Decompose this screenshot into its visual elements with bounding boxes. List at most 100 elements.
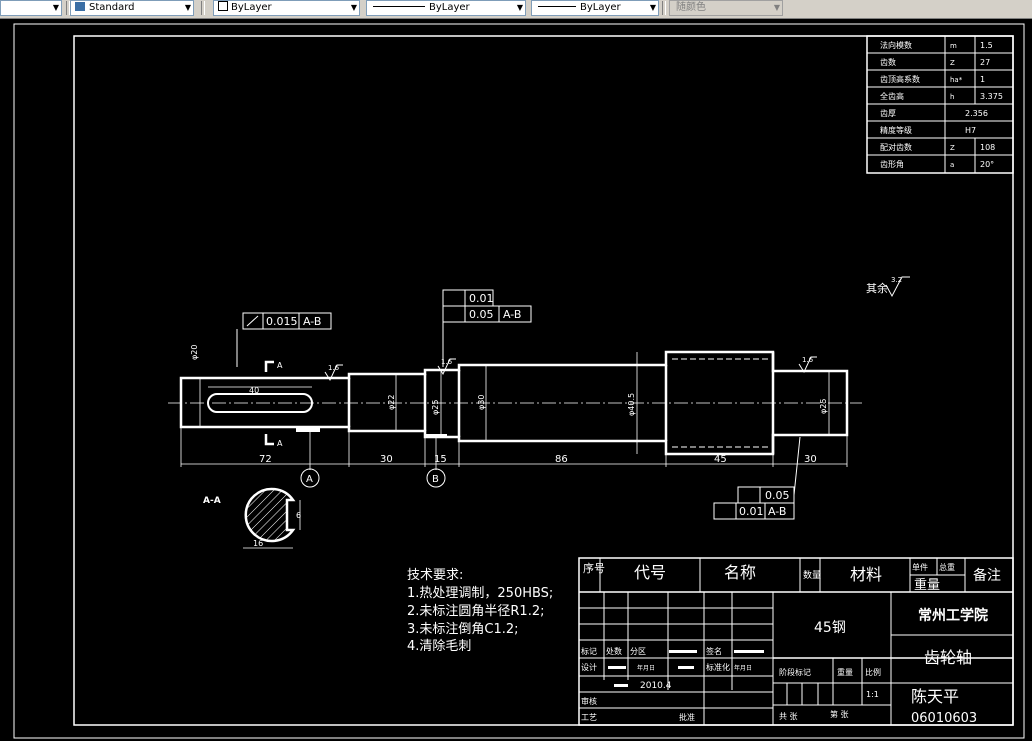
section-cut-letter-bottom: A	[277, 439, 283, 448]
tb-date: 2010.4	[640, 681, 672, 691]
section-view-a-a	[244, 487, 296, 543]
gear-row-symbol: a	[950, 161, 954, 169]
tech-note-1: 1.热处理调制，250HBS;	[407, 586, 553, 601]
layer-color-combo[interactable]: ByLayer ▼	[213, 0, 360, 16]
tb-h-code: 代号	[634, 563, 666, 582]
tb-h-qty: 数量	[803, 569, 821, 581]
tol-left-value: 0.015	[266, 315, 298, 328]
tb-approve: 批准	[679, 712, 695, 722]
tol-left-datum: A-B	[303, 315, 321, 328]
dim-d25b: φ25	[819, 399, 828, 414]
tech-note-4: 4.清除毛刺	[407, 639, 471, 654]
tol-mid-2-datum: A-B	[503, 308, 521, 321]
gear-row-symbol: m	[950, 42, 957, 50]
lineweight-preview-icon	[538, 6, 576, 7]
tb-material: 45钢	[814, 620, 846, 636]
dim-key-16: 16	[253, 539, 263, 548]
linetype-preview-icon	[373, 6, 425, 7]
tb-school: 常州工学院	[918, 607, 988, 624]
tb-std: 标准化	[706, 662, 730, 672]
gear-row-label: 齿厚	[880, 109, 896, 118]
drawing-frame	[73, 35, 1014, 726]
chevron-down-icon: ▼	[773, 3, 780, 12]
gear-row-label: 配对齿数	[880, 142, 912, 152]
sheet-border	[13, 23, 1025, 739]
gear-row-value: 108	[980, 143, 995, 152]
model-space-canvas[interactable]: 法向模数 m 1.5 齿数 Z 27 齿顶高系数 ha* 1 全齿高 h 3.375 齿厚 2.356 精度…	[0, 19, 1032, 741]
tb-h-total: 总重	[939, 562, 955, 572]
roughness-1: 1.6	[328, 364, 340, 372]
dim-86: 86	[555, 454, 568, 465]
dim-d25: φ25	[431, 400, 440, 415]
tb-zone-count: 处数	[606, 646, 622, 656]
gear-row-symbol: Z	[950, 144, 955, 152]
gear-row-label: 齿形角	[880, 159, 904, 169]
text-style-value: Standard	[89, 2, 135, 13]
dim-72: 72	[259, 454, 272, 465]
dim-30b: 30	[804, 454, 817, 465]
section-cut-mark-bottom	[264, 434, 274, 446]
gear-row-value: 3.375	[980, 92, 1003, 101]
section-label: A-A	[203, 496, 221, 506]
tb-date-mark-2: 年月日	[734, 664, 752, 672]
tol-mid-2-value: 0.05	[469, 308, 494, 321]
text-style-combo[interactable]: Standard ▼	[70, 0, 194, 16]
tb-weight: 重量	[837, 667, 853, 677]
gear-row-value: 1	[980, 75, 985, 84]
tb-process: 工艺	[581, 713, 597, 722]
tech-note-3: 3.未标注倒角C1.2;	[407, 622, 519, 637]
roughness-note: 其余	[866, 281, 888, 295]
tb-mark: 标记	[581, 646, 597, 656]
gear-row-label: 全齿高	[880, 91, 904, 101]
chevron-down-icon: ▼	[52, 3, 59, 12]
section-cut-mark-top	[264, 360, 274, 372]
plot-style-value: 随颜色	[676, 2, 706, 13]
gear-row-value: 27	[980, 58, 990, 67]
datum-a-block	[296, 428, 320, 432]
gear-row-label: 精度等级	[880, 125, 912, 135]
section-cut-letter-top: A	[277, 361, 283, 370]
tb-designer: 陈天平	[911, 687, 959, 706]
tb-review: 审核	[581, 696, 597, 706]
roughness-marks	[324, 356, 817, 382]
layer-color-value: ByLayer	[231, 2, 272, 13]
gear-row-label: 法向模数	[880, 40, 912, 50]
gear-row-value: 20°	[980, 160, 994, 169]
roughness-3: 1.6	[802, 356, 814, 364]
tb-sign: 签名	[706, 646, 722, 656]
tb-h-material: 材料	[850, 565, 882, 584]
gear-row-symbol: Z	[950, 59, 955, 67]
lineweight-combo[interactable]: ByLayer ▼	[531, 0, 659, 16]
gear-row-value: H7	[965, 126, 976, 135]
dim-d20: φ20	[190, 345, 199, 360]
color-swatch-icon	[218, 1, 228, 11]
gear-row-symbol: h	[950, 93, 954, 101]
tb-h-weight: 重量	[914, 577, 940, 593]
tb-h-name: 名称	[724, 563, 756, 582]
roughness-value: 3.2	[891, 276, 902, 284]
plot-style-combo[interactable]: 随颜色 ▼	[669, 0, 783, 16]
tb-h-remark: 备注	[973, 567, 1001, 584]
toolbar: ▼ Standard ▼ ByLayer ▼ ByLayer ▼ ByLayer ▼ 随…	[0, 0, 1032, 19]
gear-row-label: 齿数	[880, 57, 896, 67]
tol-right-2-value: 0.01	[739, 505, 764, 518]
linetype-combo[interactable]: ByLayer ▼	[366, 0, 526, 16]
chevron-down-icon: ▼	[184, 3, 191, 12]
title-block-text: 序号 代号 名称 数量 材料 单件 总重 重量 备注 45钢 常州工学院 齿轮轴…	[581, 561, 1001, 726]
gear-parameter-table	[866, 35, 1014, 174]
diameter-dims	[199, 352, 830, 454]
tb-design: 设计	[581, 662, 597, 672]
dim-key-6: 6	[296, 511, 301, 520]
chevron-down-icon: ▼	[649, 3, 656, 12]
dim-d30: φ30	[477, 395, 486, 410]
datum-b-block	[425, 434, 447, 438]
first-combo[interactable]: ▼	[0, 0, 62, 16]
text-style-icon	[75, 2, 85, 11]
tb-sheet-no: 第 张	[830, 709, 849, 719]
tol-right-1-value: 0.05	[765, 489, 790, 502]
dim-d405: φ40.5	[627, 393, 636, 416]
tb-h-single: 单件	[912, 562, 928, 572]
gear-row-value: 2.356	[965, 109, 988, 118]
datum-a-label: A	[306, 474, 313, 485]
tb-date-mark: 年月日	[637, 664, 655, 672]
